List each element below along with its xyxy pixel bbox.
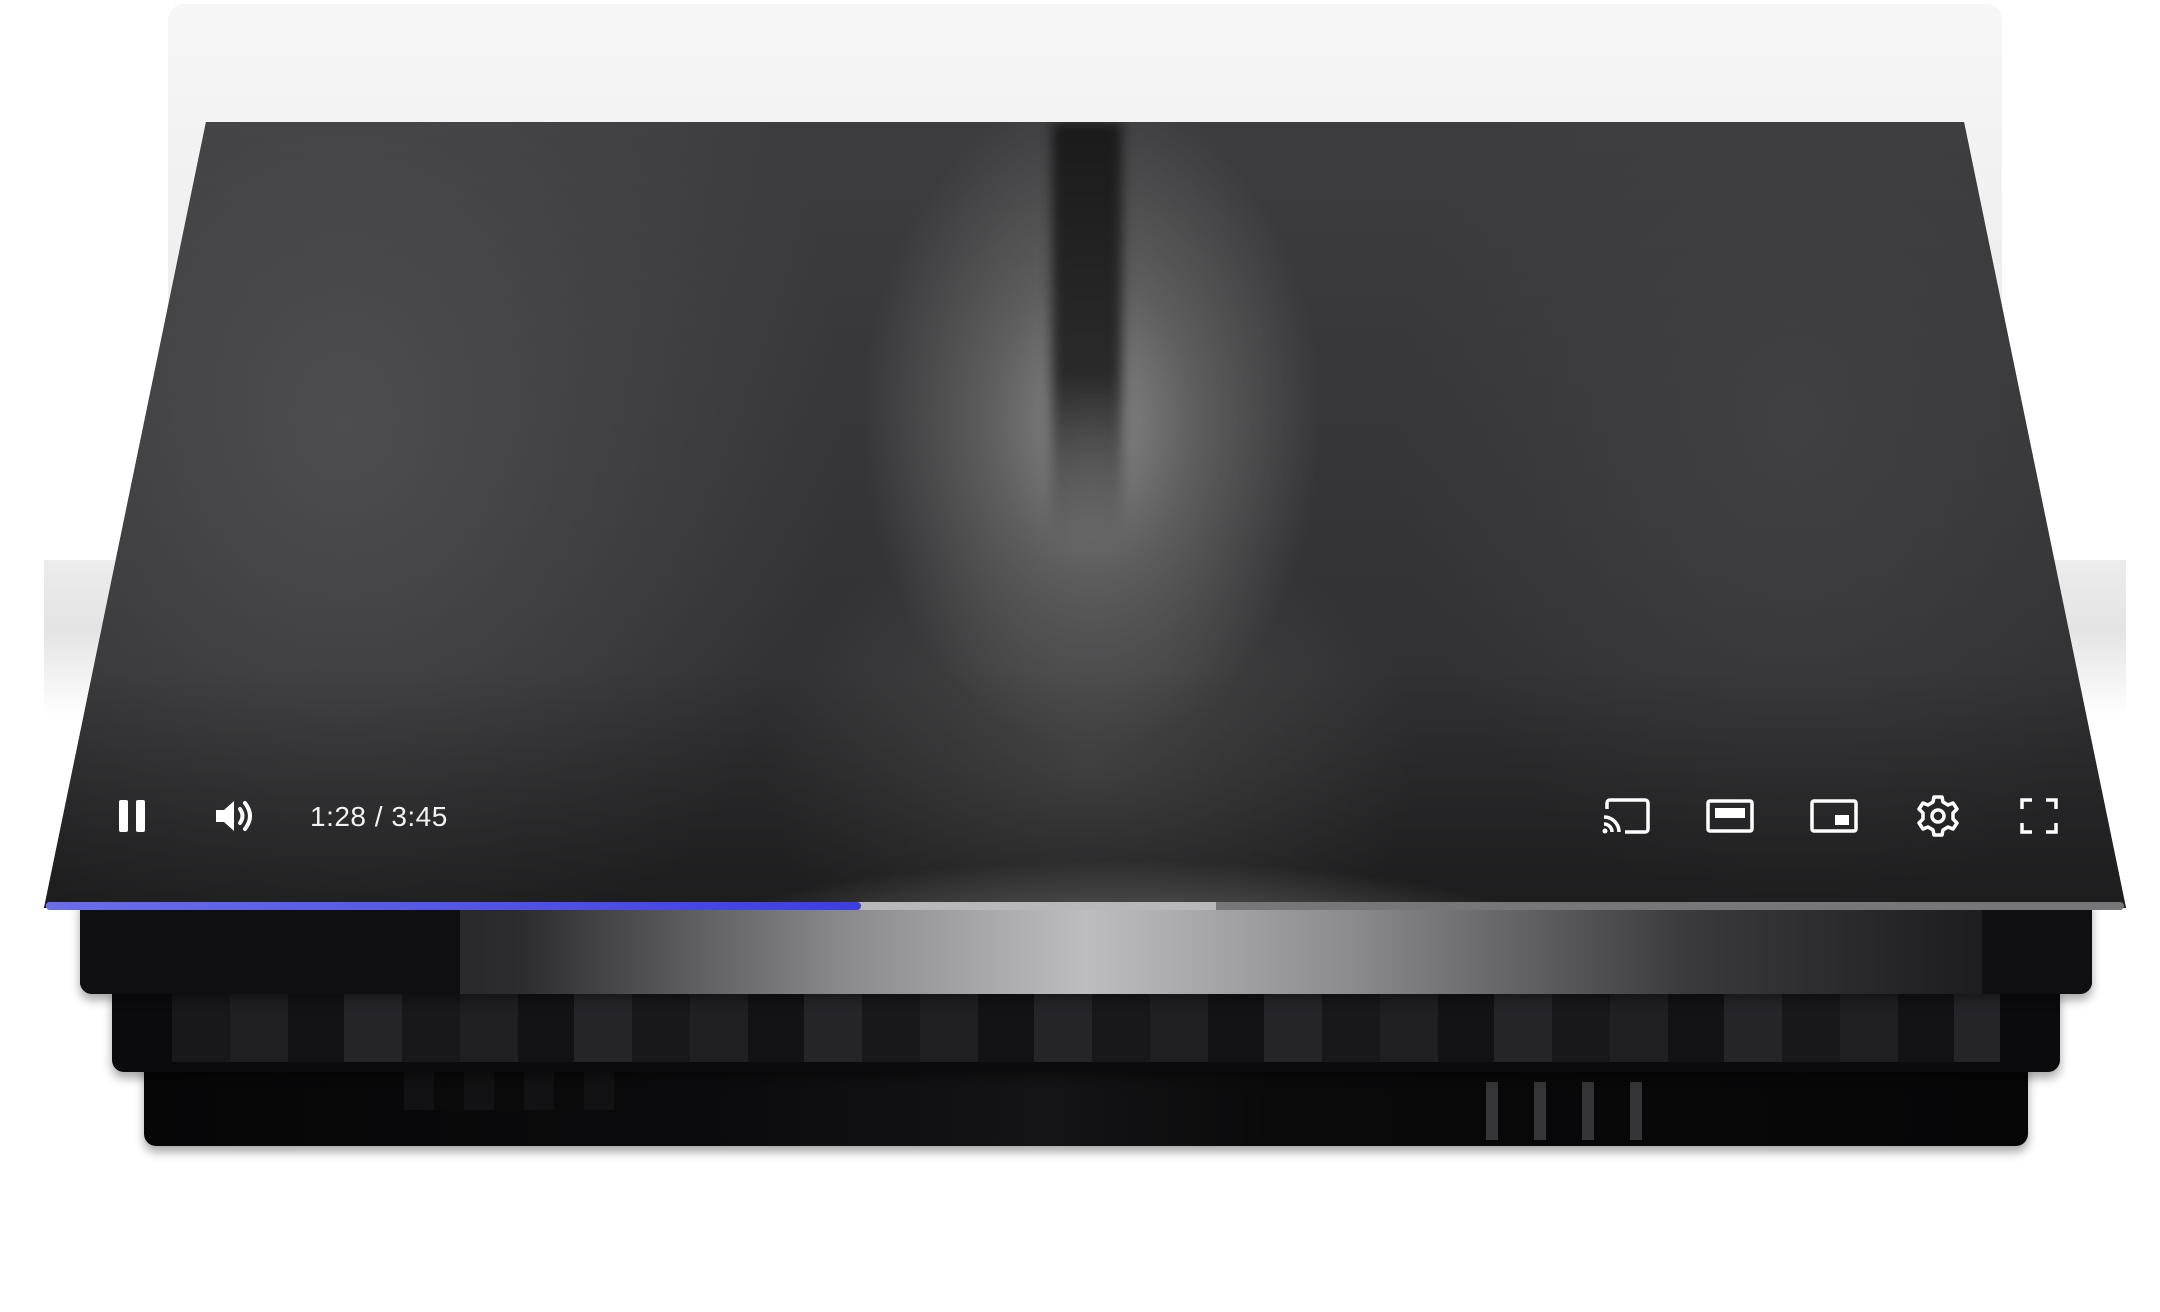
progress-played <box>46 902 861 910</box>
miniplayer-button[interactable] <box>1806 792 1862 840</box>
pause-button[interactable] <box>108 792 156 840</box>
frame-mosaic <box>404 1070 624 1110</box>
cast-icon <box>1602 798 1650 834</box>
frame-shade-right <box>1982 900 2092 994</box>
settings-button[interactable] <box>1912 792 1964 840</box>
theater-mode-button[interactable] <box>1702 792 1758 840</box>
background-frame-2 <box>112 988 2060 1072</box>
gear-icon <box>1917 795 1959 837</box>
cast-button[interactable] <box>1598 792 1654 840</box>
video-player[interactable]: 1:28 / 3:45 <box>44 122 2126 908</box>
frame-shade-left <box>80 900 460 994</box>
frame-mosaic <box>172 988 2000 1062</box>
volume-button[interactable] <box>208 792 264 840</box>
player-stack-illustration: 1:28 / 3:45 <box>0 0 2160 1312</box>
video-face-split <box>1052 122 1122 542</box>
pause-icon <box>119 800 145 832</box>
background-frame-3 <box>144 1060 2028 1146</box>
controls-gradient <box>44 668 2126 908</box>
background-frame-1 <box>80 900 2092 994</box>
progress-bar[interactable] <box>46 902 2124 910</box>
volume-icon <box>216 801 252 831</box>
frame-bars <box>1464 1082 1654 1140</box>
theater-icon <box>1706 799 1754 833</box>
time-display: 1:28 / 3:45 <box>310 801 448 832</box>
fullscreen-button[interactable] <box>2014 792 2064 840</box>
miniplayer-icon <box>1810 799 1858 833</box>
fullscreen-icon <box>2020 798 2058 834</box>
